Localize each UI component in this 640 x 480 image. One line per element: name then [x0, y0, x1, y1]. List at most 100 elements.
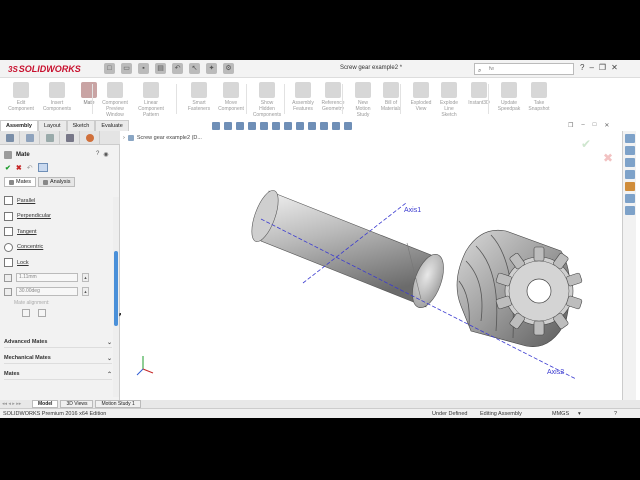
view-settings-icon[interactable]	[332, 122, 340, 130]
undo-button[interactable]: ↶	[27, 164, 33, 172]
monitor-icon[interactable]	[344, 122, 352, 130]
pushpin-button[interactable]	[37, 163, 48, 172]
property-manager-tab[interactable]	[20, 131, 40, 145]
pattern-icon	[143, 82, 159, 98]
logo-prefix: 3S	[8, 64, 18, 74]
tool-preview-window[interactable]: Component Preview Window	[98, 82, 132, 118]
anti-aligned-icon[interactable]	[38, 309, 46, 317]
distance-spinner[interactable]: ▲	[82, 273, 89, 282]
save-icon[interactable]: ▪	[138, 63, 149, 74]
doc-close-icon[interactable]: ✕	[604, 122, 609, 129]
graphics-area[interactable]: › Screw gear example2 (D... ✔ ✖ Axis1 Ax…	[121, 131, 621, 400]
options-icon[interactable]: ⚙	[223, 63, 234, 74]
mates-section[interactable]: Mates ⌃	[4, 369, 112, 380]
mate-option-perpendicular[interactable]: Perpendicular	[4, 209, 114, 225]
mate-icon	[4, 151, 12, 159]
appearances-icon[interactable]	[625, 182, 635, 191]
print-icon[interactable]: ▤	[155, 63, 166, 74]
zoom-to-fit-icon[interactable]	[212, 122, 220, 130]
mate-option-concentric[interactable]: Concentric	[4, 240, 114, 256]
tool-explode-line[interactable]: Explode Line Sketch	[432, 82, 466, 118]
preview-icon[interactable]: ◉	[103, 151, 108, 158]
tab-sketch[interactable]: Sketch	[66, 120, 96, 131]
tab-evaluate[interactable]: Evaluate	[95, 120, 129, 131]
angle-spinner[interactable]: ▲	[82, 287, 89, 296]
mate-option-parallel[interactable]: Parallel	[4, 193, 114, 209]
tool-insert-components[interactable]: Insert Components	[40, 82, 74, 112]
tab-nav-arrows-icon[interactable]: ◂◂ ◂ ▸ ▸▸	[0, 401, 30, 407]
units-selector[interactable]: MMGS	[552, 411, 569, 417]
tool-pattern[interactable]: Linear Component Pattern	[134, 82, 168, 118]
aligned-icon[interactable]	[22, 309, 30, 317]
undo-icon[interactable]: ↶	[172, 63, 183, 74]
mate-option-lock[interactable]: Lock	[4, 255, 114, 271]
edit-appearance-icon[interactable]	[308, 122, 316, 130]
doc-maximize-icon[interactable]: □	[593, 122, 597, 129]
help-icon[interactable]: ?	[580, 63, 584, 72]
tab-model[interactable]: Model	[32, 400, 59, 408]
search-input[interactable]: ⌕ fw	[474, 63, 574, 75]
doc-minimize-icon[interactable]: –	[581, 122, 584, 129]
help-icon[interactable]: ?	[614, 411, 617, 417]
open-icon[interactable]: ▭	[121, 63, 132, 74]
tool-reference-geometry[interactable]: Reference Geometry	[316, 82, 350, 112]
rebuild-icon[interactable]: ✦	[206, 63, 217, 74]
tool-fastener[interactable]: Smart Fasteners	[182, 82, 216, 112]
angle-field: 30.00deg ▲	[4, 285, 114, 299]
tool-move[interactable]: Move Component	[214, 82, 248, 112]
zoom-area-icon[interactable]	[224, 122, 232, 130]
tool-assembly-features[interactable]: Assembly Features	[286, 82, 320, 112]
view-orientation-icon[interactable]	[272, 122, 280, 130]
resources-icon[interactable]	[625, 146, 635, 155]
mechanical-mates-section[interactable]: Mechanical Mates ⌄	[4, 353, 112, 364]
section-view-icon[interactable]	[248, 122, 256, 130]
cancel-button[interactable]: ✖	[16, 164, 22, 172]
units-dropdown-icon[interactable]: ▾	[578, 411, 581, 417]
restore-icon[interactable]: ❐	[599, 63, 606, 72]
display-manager-tab[interactable]	[80, 131, 100, 145]
dimxpert-tab[interactable]	[60, 131, 80, 145]
close-icon[interactable]: ✕	[611, 63, 618, 72]
tab-3d-views[interactable]: 3D Views	[60, 400, 94, 408]
tool-speedpak[interactable]: Update Speedpak	[492, 82, 526, 112]
distance-input[interactable]: 1.11mm	[16, 273, 78, 282]
help-icon[interactable]: ?	[96, 151, 99, 158]
minimize-icon[interactable]: –	[589, 63, 593, 72]
tool-bom[interactable]: Bill of Materials	[374, 82, 408, 112]
tool-show-hidden[interactable]: Show Hidden Components	[250, 82, 284, 118]
custom-properties-icon[interactable]	[625, 194, 635, 203]
feature-tree-tab[interactable]	[0, 131, 20, 145]
tool-edit-component[interactable]: Edit Component	[4, 82, 38, 112]
home-icon[interactable]	[625, 134, 635, 143]
file-explorer-icon[interactable]	[625, 170, 635, 179]
hide-show-icon[interactable]	[296, 122, 304, 130]
tool-instant3d[interactable]: Instant3D	[462, 82, 496, 106]
angle-input[interactable]: 30.00deg	[16, 287, 78, 296]
configuration-tab[interactable]	[40, 131, 60, 145]
previous-view-icon[interactable]	[236, 122, 244, 130]
display-style-icon[interactable]	[284, 122, 292, 130]
shaft-part[interactable]	[246, 187, 449, 312]
tab-mates[interactable]: Mates	[4, 177, 36, 187]
advanced-mates-section[interactable]: Advanced Mates ⌄	[4, 337, 112, 348]
new-document-icon[interactable]: □	[104, 63, 115, 74]
exploded-view-icon	[413, 82, 429, 98]
axis2-label: Axis2	[547, 369, 564, 376]
status-bar: SOLIDWORKS Premium 2016 x64 Edition Unde…	[0, 408, 640, 418]
forum-icon[interactable]	[625, 206, 635, 215]
mate-option-tangent[interactable]: Tangent	[4, 224, 114, 240]
design-library-icon[interactable]	[625, 158, 635, 167]
dynamic-annotation-icon[interactable]	[260, 122, 268, 130]
solidworks-logo[interactable]: 3S SOLIDWORKS	[8, 62, 81, 76]
helical-gear-part[interactable]	[456, 229, 583, 348]
apply-scene-icon[interactable]	[320, 122, 328, 130]
tab-assembly[interactable]: Assembly	[0, 120, 38, 131]
task-pane	[622, 131, 636, 400]
tab-analysis[interactable]: Analysis	[37, 177, 76, 187]
select-icon[interactable]: ↖	[189, 63, 200, 74]
tool-snapshot[interactable]: Take Snapshot	[522, 82, 556, 112]
ok-button[interactable]: ✔	[5, 164, 11, 172]
doc-restore-icon[interactable]: ❐	[568, 122, 573, 129]
tab-motion-study[interactable]: Motion Study 1	[95, 400, 141, 408]
tab-layout[interactable]: Layout	[38, 120, 67, 131]
